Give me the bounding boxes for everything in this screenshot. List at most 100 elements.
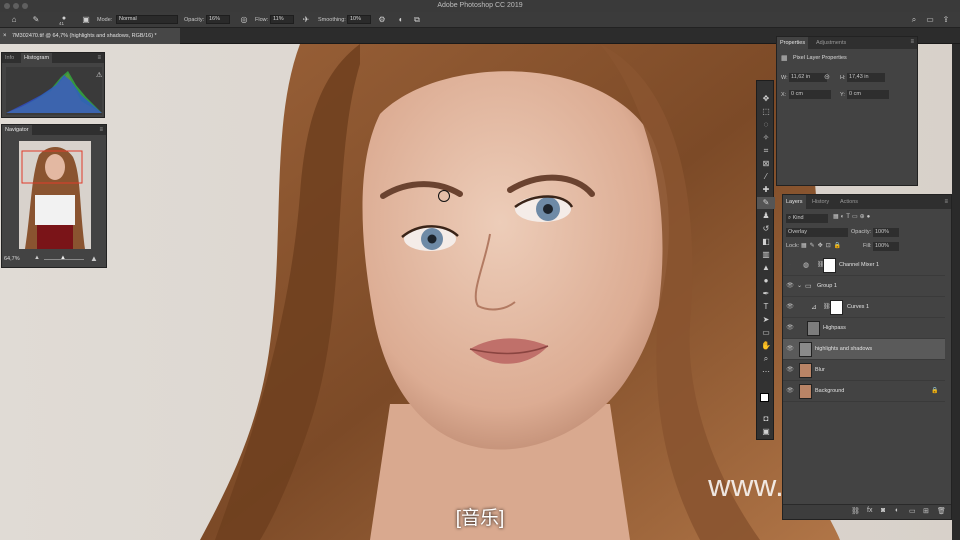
add-mask-icon[interactable]: ◙	[881, 507, 885, 514]
zoom-slider-handle[interactable]: ▲	[60, 255, 66, 261]
new-group-icon[interactable]: ▭	[909, 507, 916, 515]
clone-stamp-tool-icon[interactable]: ♟	[757, 210, 775, 222]
path-select-tool-icon[interactable]: ➤	[757, 314, 775, 326]
eraser-tool-icon[interactable]: ◧	[757, 236, 775, 248]
chevron-down-icon[interactable]: ⌄	[797, 276, 802, 297]
adjustment-layer-icon[interactable]: ◐	[895, 507, 899, 514]
frame-tool-icon[interactable]: ⊠	[757, 158, 775, 170]
screen-mode-icon[interactable]: ▣	[757, 426, 775, 438]
type-tool-icon[interactable]: T	[757, 301, 775, 313]
visibility-icon[interactable]: 👁	[786, 276, 794, 297]
marquee-tool-icon[interactable]: ⬚	[757, 106, 775, 118]
pen-tool-icon[interactable]: ✒	[757, 288, 775, 300]
tab-history[interactable]: History	[809, 195, 832, 209]
tab-layers[interactable]: Layers	[783, 195, 806, 209]
brush-tool-icon[interactable]: ✎	[757, 197, 775, 209]
close-document-icon[interactable]: ×	[3, 28, 7, 44]
y-field[interactable]: 0 cm	[847, 90, 889, 99]
visibility-icon[interactable]: 👁	[786, 297, 794, 318]
flow-field[interactable]: 11%	[270, 15, 294, 24]
link-icon[interactable]: ⊝	[824, 73, 830, 81]
layer-row[interactable]: 👁 Background 🔒	[783, 381, 945, 402]
smoothing-options-icon[interactable]: ⚙	[376, 15, 388, 25]
tab-histogram[interactable]: Histogram	[21, 53, 53, 63]
visibility-icon[interactable]: 👁	[786, 339, 794, 360]
quick-select-tool-icon[interactable]: ✧	[757, 132, 775, 144]
layer-row[interactable]: · ◍ ⛓ Channel Mixer 1	[783, 255, 945, 276]
visibility-icon[interactable]: ·	[786, 255, 794, 276]
zoom-out-icon[interactable]: ▲	[34, 255, 40, 261]
workspace-icon[interactable]: ▭	[924, 15, 936, 25]
layer-row[interactable]: 👁 ⊿ ⛓ Curves 1	[783, 297, 945, 318]
pressure-opacity-icon[interactable]: ◎	[238, 15, 250, 25]
tab-navigator[interactable]: Navigator	[2, 125, 32, 135]
visibility-icon[interactable]: 👁	[786, 360, 794, 381]
lock-icons[interactable]: ▦✎✥⊡🔒	[801, 242, 844, 249]
fill-field[interactable]: 100%	[873, 242, 899, 251]
fx-icon[interactable]: fx	[867, 507, 872, 514]
more-tools-icon[interactable]: ⋯	[757, 366, 775, 378]
mode-select[interactable]: Normal	[116, 15, 178, 24]
histogram-graph: ⚠	[6, 67, 102, 115]
opacity-field[interactable]: 16%	[206, 15, 230, 24]
foreground-color-swatch[interactable]	[760, 393, 769, 402]
hand-tool-icon[interactable]: ✋	[757, 340, 775, 352]
search-icon[interactable]: ⌕	[908, 15, 920, 25]
navigator-preview[interactable]	[19, 141, 91, 249]
zoom-tool-icon[interactable]: ⌕	[757, 353, 775, 365]
blur-tool-icon[interactable]: ▲	[757, 262, 775, 274]
quick-mask-icon[interactable]: ◘	[757, 413, 775, 425]
right-panel-scrollbar[interactable]	[952, 44, 960, 540]
eyedropper-tool-icon[interactable]: ⁄	[757, 171, 775, 183]
gradient-tool-icon[interactable]: ▥	[757, 249, 775, 261]
dodge-tool-icon[interactable]: ●	[757, 275, 775, 287]
tab-adjustments[interactable]: Adjustments	[813, 37, 849, 49]
healing-tool-icon[interactable]: ✚	[757, 184, 775, 196]
height-field[interactable]: 17,43 in	[847, 73, 885, 82]
history-brush-tool-icon[interactable]: ↺	[757, 223, 775, 235]
minimize-window-button[interactable]	[13, 3, 19, 9]
layer-row-selected[interactable]: 👁 highlights and shadows	[783, 339, 945, 360]
airbrush-icon[interactable]: ✈	[300, 15, 312, 25]
panel-menu-icon[interactable]: ≡	[99, 127, 103, 133]
lasso-tool-icon[interactable]: ◌	[757, 119, 775, 131]
document-tab[interactable]: × 7M302470.tif @ 64,7% (highlights and s…	[0, 28, 180, 44]
home-icon[interactable]: ⌂	[8, 15, 20, 25]
visibility-icon[interactable]: 👁	[786, 318, 794, 339]
brush-settings-icon[interactable]: ▣	[80, 15, 92, 25]
tools-panel: ✥ ⬚ ◌ ✧ ⌗ ⊠ ⁄ ✚ ✎ ♟ ↺ ◧ ▥ ▲ ● ✒ T ➤ ▭ ✋ …	[756, 80, 775, 440]
trash-icon[interactable]: 🗑	[937, 507, 946, 515]
visibility-icon[interactable]: 👁	[786, 381, 794, 402]
x-field[interactable]: 0 cm	[789, 90, 831, 99]
zoom-in-icon[interactable]: ▲	[90, 254, 98, 263]
move-tool-icon[interactable]: ✥	[757, 93, 775, 105]
link-layers-icon[interactable]: ⛓	[851, 507, 860, 515]
zoom-window-button[interactable]	[22, 3, 28, 9]
shape-tool-icon[interactable]: ▭	[757, 327, 775, 339]
layer-opacity-label: Opacity:	[851, 229, 872, 235]
tab-actions[interactable]: Actions	[837, 195, 861, 209]
tab-info[interactable]: Info	[2, 53, 17, 63]
brush-tool-icon[interactable]: ✎	[30, 15, 42, 25]
panel-menu-icon[interactable]: ≡	[97, 55, 101, 61]
tab-properties[interactable]: Properties	[777, 37, 809, 49]
layer-row[interactable]: 👁 ⌄ ▭ Group 1	[783, 276, 945, 297]
layer-row[interactable]: 👁 Highpass	[783, 318, 945, 339]
layer-row[interactable]: 👁 Blur	[783, 360, 945, 381]
crop-tool-icon[interactable]: ⌗	[757, 145, 775, 157]
panel-menu-icon[interactable]: ≡	[910, 39, 914, 45]
layer-opacity-field[interactable]: 100%	[873, 228, 899, 237]
close-window-button[interactable]	[4, 3, 10, 9]
width-field[interactable]: 11,62 in	[789, 73, 827, 82]
symmetry-icon[interactable]: ⧉	[411, 15, 423, 25]
blend-mode-select[interactable]: Overlay	[786, 228, 848, 237]
share-icon[interactable]: ⇪	[940, 15, 952, 25]
layer-filter-select[interactable]: ⌕ Kind	[786, 214, 828, 223]
pressure-size-icon[interactable]: ◐	[395, 15, 407, 25]
panel-menu-icon[interactable]: ≡	[944, 199, 948, 205]
new-layer-icon[interactable]: ⊞	[923, 507, 929, 515]
filter-type-icons[interactable]: ▦◐T▭⊕●	[833, 213, 872, 220]
smoothing-field[interactable]: 10%	[347, 15, 371, 24]
opacity-label: Opacity:	[184, 17, 205, 23]
zoom-value[interactable]: 64,7%	[4, 256, 20, 262]
